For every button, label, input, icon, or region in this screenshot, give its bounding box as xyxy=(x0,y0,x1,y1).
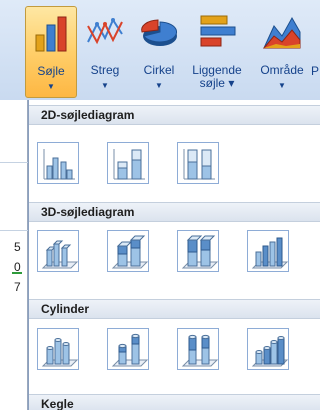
stacked-column-3d-icon xyxy=(111,235,149,269)
bar-chart-button[interactable]: Liggende søjle ▾ xyxy=(186,6,248,98)
stacked-cylinder-option[interactable] xyxy=(107,328,149,370)
chart-ribbon-group: Søjle ▼ Streg ▼ Cirkel ▼ Liggende søjle … xyxy=(0,0,320,100)
bar-chart-icon xyxy=(200,15,236,47)
area-chart-icon xyxy=(262,16,301,49)
pie-chart-button[interactable]: Cirkel ▼ xyxy=(133,6,185,98)
section-header-2d-column: 2D-søjlediagram xyxy=(29,105,320,125)
column-chart-label: Søjle xyxy=(37,64,65,78)
stacked-100-column-2d-option[interactable] xyxy=(177,142,219,184)
clustered-column-2d-icon xyxy=(43,149,75,180)
stacked-100-cylinder-icon xyxy=(181,334,219,367)
cell-fragment: 5 xyxy=(14,240,21,254)
cylinder-3d-icon xyxy=(251,336,289,367)
clustered-cylinder-option[interactable] xyxy=(37,328,79,370)
stacked-100-cylinder-option[interactable] xyxy=(177,328,219,370)
section-header-cone: Kegle xyxy=(29,394,320,410)
clustered-cylinder-icon xyxy=(41,338,79,367)
line-chart-label: Streg xyxy=(90,63,120,77)
line-chart-icon xyxy=(87,17,123,45)
clustered-column-3d-option[interactable] xyxy=(37,230,79,272)
line-chart-button[interactable]: Streg ▼ xyxy=(79,6,131,98)
area-chart-button[interactable]: Område ▼ xyxy=(254,6,310,98)
column-chart-icon xyxy=(35,16,67,52)
stacked-column-2d-icon xyxy=(113,149,145,180)
worksheet-background: 5 0 7 xyxy=(0,100,28,410)
stacked-100-column-3d-option[interactable] xyxy=(177,230,219,272)
cell-fragment: 0 xyxy=(14,260,21,274)
clustered-column-3d-icon xyxy=(41,240,79,269)
clustered-column-2d-option[interactable] xyxy=(37,142,79,184)
cell-fragment: 7 xyxy=(14,280,21,294)
stacked-100-column-2d-icon xyxy=(183,149,215,180)
chevron-down-icon: ▼ xyxy=(155,81,163,90)
chevron-down-icon: ▼ xyxy=(101,81,109,90)
chevron-down-icon: ▼ xyxy=(47,82,55,91)
section-header-3d-column: 3D-søjlediagram xyxy=(29,202,320,222)
pie-chart-label: Cirkel xyxy=(143,63,175,77)
stacked-cylinder-icon xyxy=(111,333,149,367)
column-3d-icon xyxy=(251,237,289,269)
stacked-100-column-3d-icon xyxy=(181,235,219,269)
cylinder-3d-option[interactable] xyxy=(247,328,289,370)
chevron-down-icon: ▼ xyxy=(278,81,286,90)
stacked-column-2d-option[interactable] xyxy=(107,142,149,184)
stacked-column-3d-option[interactable] xyxy=(107,230,149,272)
ribbon-overflow-label: P xyxy=(311,64,320,78)
pie-chart-icon xyxy=(141,19,178,46)
column-chart-button[interactable]: Søjle ▼ xyxy=(25,6,77,98)
area-chart-label: Område xyxy=(260,63,304,77)
bar-chart-label-2: søjle ▾ xyxy=(199,76,235,90)
column-3d-option[interactable] xyxy=(247,230,289,272)
section-header-cylinder: Cylinder xyxy=(29,299,320,319)
column-chart-gallery: 2D-søjlediagram 3D-søjlediagram Cylinder… xyxy=(28,100,320,410)
